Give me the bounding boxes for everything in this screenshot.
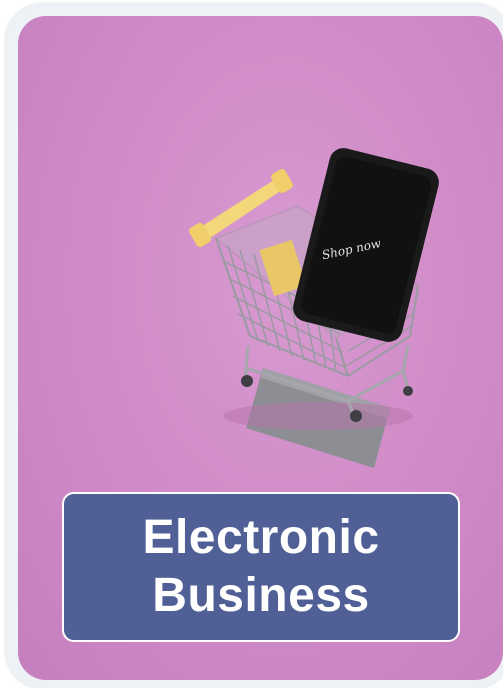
title-box: Electronic Business: [62, 492, 460, 642]
title-line-1: Electronic: [142, 511, 380, 564]
title-line-2: Business: [152, 569, 370, 622]
